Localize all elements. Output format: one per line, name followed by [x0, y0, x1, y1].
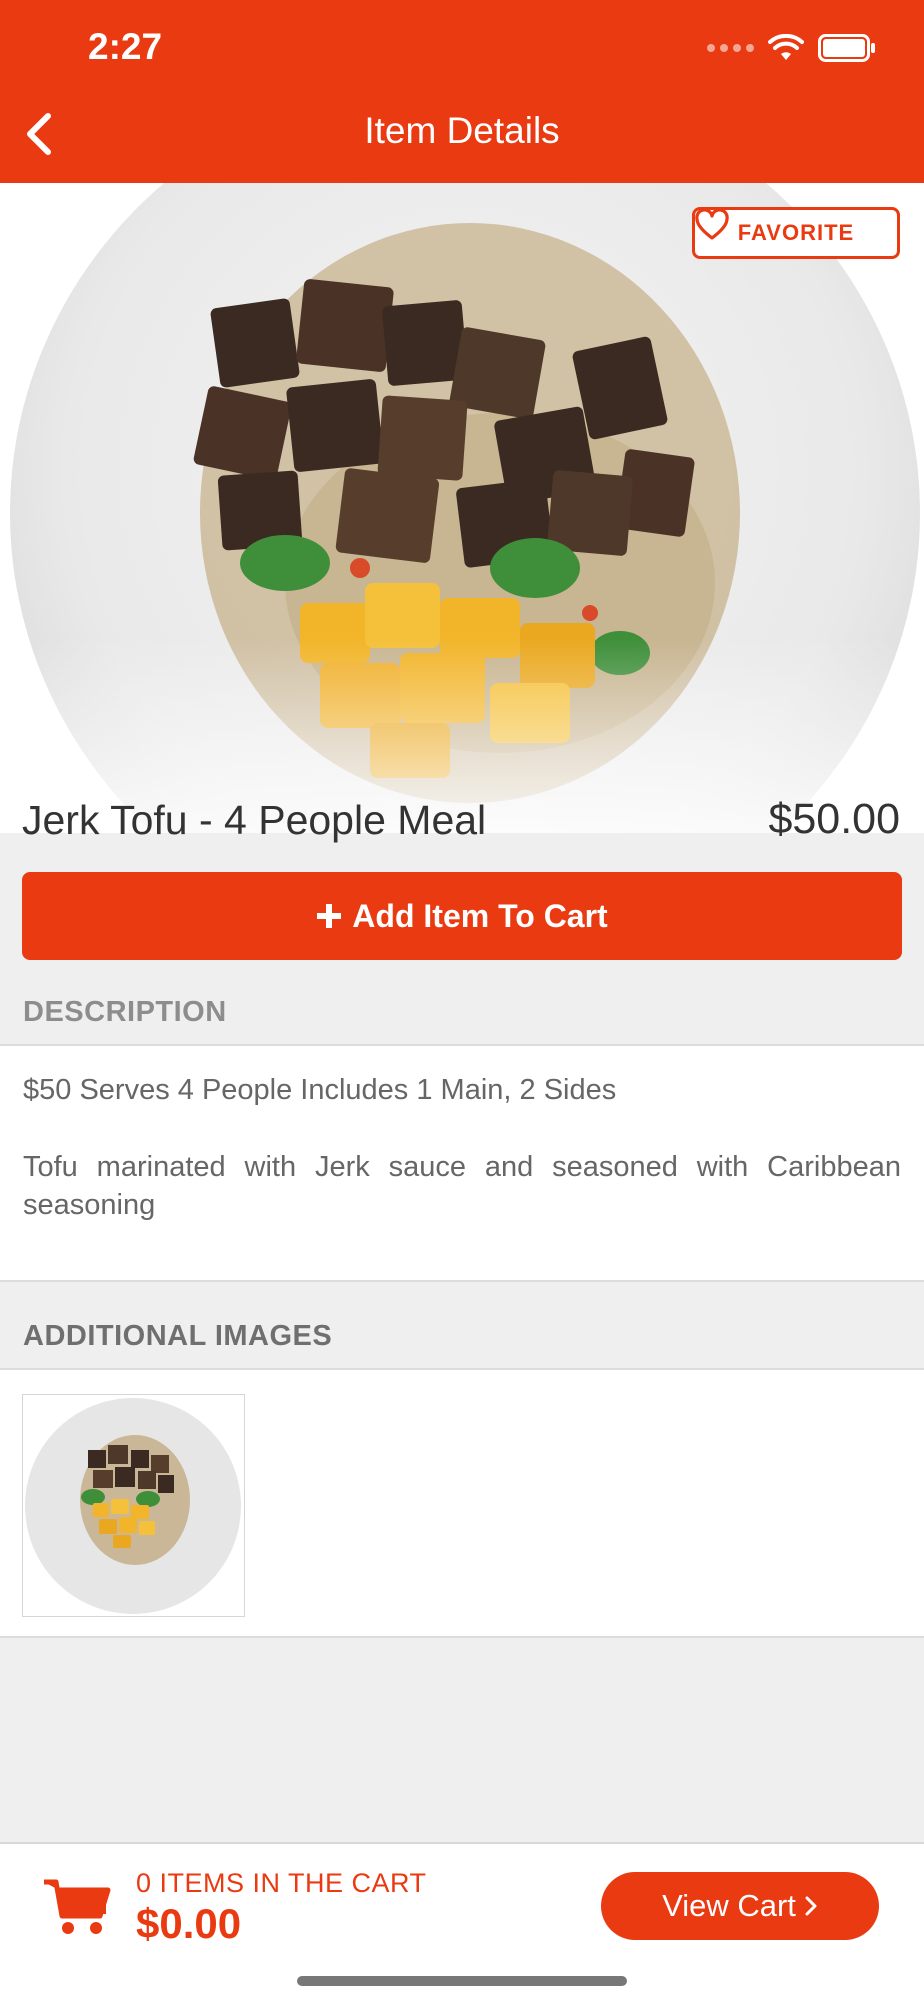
item-name: Jerk Tofu - 4 People Meal [22, 797, 487, 843]
status-icons [707, 34, 876, 62]
food-plate-image [0, 183, 924, 833]
item-price: $50.00 [768, 795, 900, 843]
description-line-2: Tofu marinated with Jerk sauce and seaso… [23, 1151, 901, 1221]
view-cart-button[interactable]: View Cart [601, 1872, 879, 1940]
cart-item-count: 0 ITEMS IN THE CART [136, 1868, 427, 1898]
plus-icon [317, 904, 342, 928]
cart-total: $0.00 [136, 1900, 242, 1947]
additional-images-panel [0, 1368, 924, 1638]
additional-image-thumbnail[interactable] [22, 1394, 245, 1617]
page-title: Item Details [364, 110, 560, 151]
additional-images-heading: ADDITIONAL IMAGES [23, 1320, 333, 1352]
wifi-icon [768, 34, 804, 60]
food-plate-thumbnail-image [25, 1398, 241, 1614]
add-item-to-cart-button[interactable]: Add Item To Cart [22, 872, 902, 960]
add-item-label: Add Item To Cart [352, 897, 608, 934]
description-line-1: $50 Serves 4 People Includes 1 Main, 2 S… [23, 1074, 617, 1106]
cart-summary-bar: 0 ITEMS IN THE CART $0.00 View Cart [0, 1842, 924, 2000]
header-bar: 2:27 Item Details [0, 0, 924, 183]
description-panel: $50 Serves 4 People Includes 1 Main, 2 S… [0, 1044, 924, 1282]
description-heading: DESCRIPTION [23, 996, 227, 1028]
heart-icon [695, 210, 729, 240]
signal-icon [707, 44, 754, 52]
view-cart-label: View Cart [662, 1888, 796, 1923]
shopping-cart-icon [44, 1879, 111, 1934]
chevron-right-icon [805, 1896, 817, 1916]
battery-icon [818, 34, 875, 62]
favorite-label: FAVORITE [737, 220, 855, 245]
home-indicator[interactable] [297, 1976, 627, 1986]
status-time: 2:27 [88, 26, 163, 67]
item-hero-image: FAVORITE [0, 183, 924, 833]
favorite-button[interactable]: FAVORITE [692, 207, 900, 259]
